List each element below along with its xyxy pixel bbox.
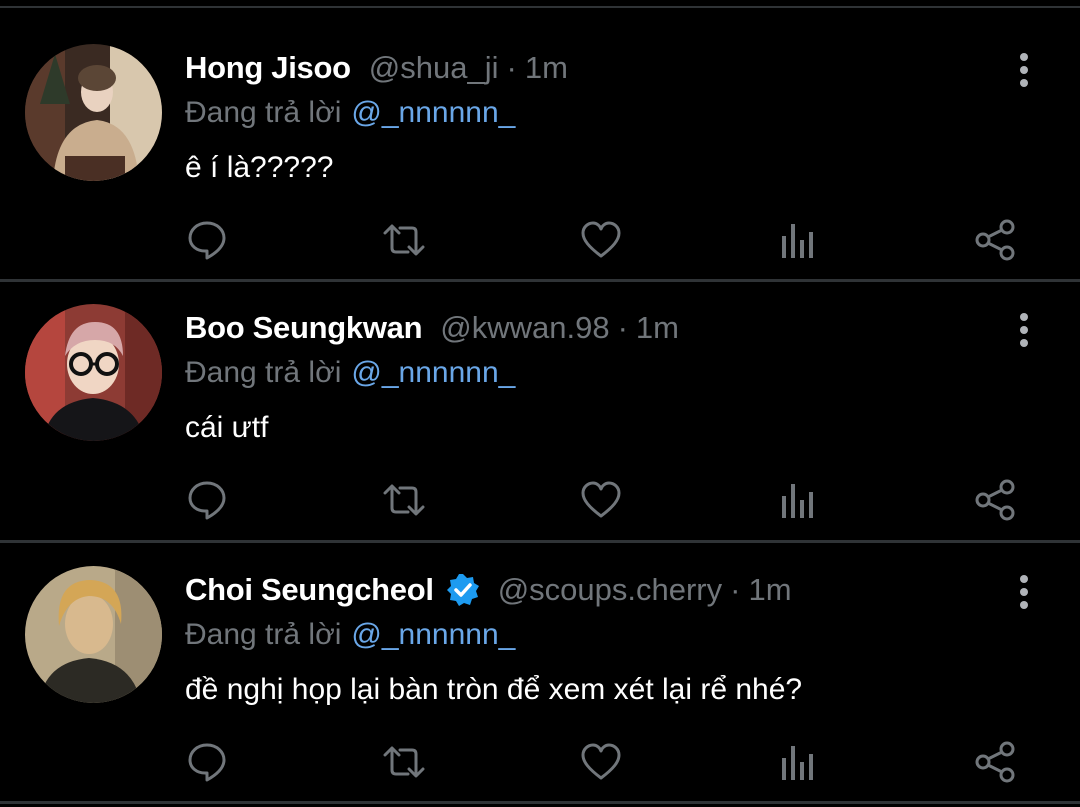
avatar[interactable] [25, 304, 162, 441]
verified-badge-icon [446, 573, 480, 607]
tweet-item[interactable]: Boo Seungkwan @kwwan.98 · 1m Đang trả lờ… [0, 280, 1080, 540]
tweet-text: cái ưtf [185, 411, 269, 444]
action-bar [0, 218, 1080, 262]
timestamp[interactable]: 1m [748, 572, 791, 608]
action-bar [0, 740, 1080, 784]
author-handle[interactable]: @kwwan.98 [440, 310, 609, 346]
top-divider [0, 6, 1080, 8]
share-icon[interactable] [973, 478, 1017, 522]
tweet-header: Choi Seungcheol @scoups.cherry · 1m [185, 572, 792, 608]
separator: · [506, 50, 517, 85]
views-icon[interactable] [776, 478, 820, 522]
reply-icon[interactable] [185, 218, 229, 262]
more-icon[interactable] [1010, 312, 1038, 348]
reply-prefix: Đang trả lời [185, 356, 342, 389]
tweet-text: đề nghị họp lại bàn tròn để xem xét lại … [185, 673, 803, 706]
share-icon[interactable] [973, 740, 1017, 784]
like-icon[interactable] [579, 478, 623, 522]
reply-context: Đang trả lời @_nnnnnn_ [185, 95, 515, 131]
retweet-icon[interactable] [382, 478, 426, 522]
author-name[interactable]: Boo Seungkwan [185, 310, 423, 346]
tweet-text: ê í là????? [185, 151, 334, 184]
avatar[interactable] [25, 566, 162, 703]
timestamp[interactable]: 1m [636, 310, 679, 346]
retweet-icon[interactable] [382, 218, 426, 262]
avatar[interactable] [25, 44, 162, 181]
tweet-divider [0, 801, 1080, 804]
mention-link[interactable]: @_nnnnnn_ [351, 618, 515, 651]
author-handle[interactable]: @scoups.cherry [498, 572, 722, 608]
share-icon[interactable] [973, 218, 1017, 262]
more-icon[interactable] [1010, 52, 1038, 88]
separator: · [617, 310, 628, 345]
tweet-item[interactable]: Hong Jisoo @shua_ji · 1m Đang trả lời @_n… [0, 20, 1080, 280]
tweet-item[interactable]: Choi Seungcheol @scoups.cherry · 1m Đang… [0, 542, 1080, 802]
author-handle[interactable]: @shua_ji [369, 50, 499, 86]
action-bar [0, 478, 1080, 522]
views-icon[interactable] [776, 218, 820, 262]
mention-link[interactable]: @_nnnnnn_ [351, 356, 515, 389]
reply-prefix: Đang trả lời [185, 96, 342, 129]
tweet-header: Boo Seungkwan @kwwan.98 · 1m [185, 310, 679, 346]
reply-context: Đang trả lời @_nnnnnn_ [185, 617, 515, 653]
retweet-icon[interactable] [382, 740, 426, 784]
tweet-feed: Hong Jisoo @shua_ji · 1m Đang trả lời @_n… [0, 0, 1080, 807]
more-icon[interactable] [1010, 574, 1038, 610]
tweet-header: Hong Jisoo @shua_ji · 1m [185, 50, 568, 86]
reply-prefix: Đang trả lời [185, 618, 342, 651]
views-icon[interactable] [776, 740, 820, 784]
separator: · [730, 572, 741, 607]
like-icon[interactable] [579, 740, 623, 784]
author-name[interactable]: Hong Jisoo [185, 50, 351, 86]
mention-link[interactable]: @_nnnnnn_ [351, 96, 515, 129]
author-name[interactable]: Choi Seungcheol [185, 572, 434, 608]
timestamp[interactable]: 1m [525, 50, 568, 86]
like-icon[interactable] [579, 218, 623, 262]
reply-icon[interactable] [185, 478, 229, 522]
reply-context: Đang trả lời @_nnnnnn_ [185, 355, 515, 391]
reply-icon[interactable] [185, 740, 229, 784]
